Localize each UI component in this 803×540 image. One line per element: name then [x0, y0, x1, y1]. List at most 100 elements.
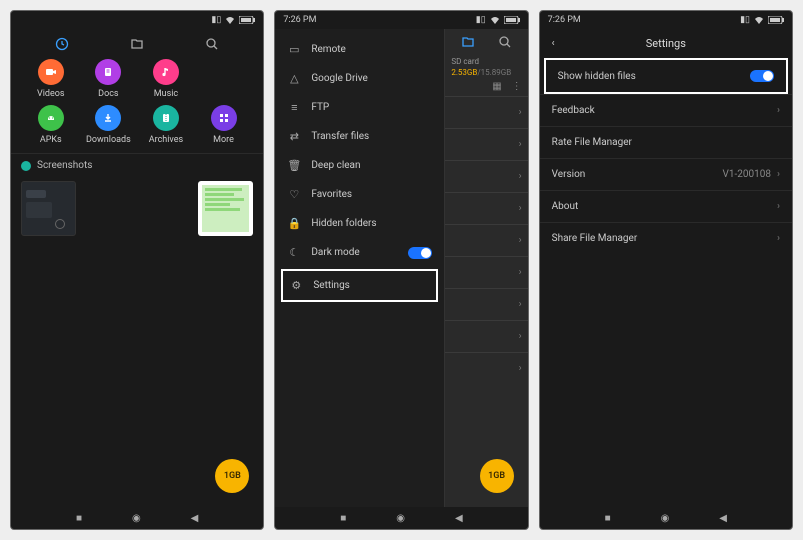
- nav-recents[interactable]: ■: [76, 513, 82, 524]
- setting-version[interactable]: Version V1-200108 ›: [540, 158, 792, 190]
- signal-icon: ▮▯: [211, 15, 221, 25]
- top-tab-bar: [445, 29, 527, 55]
- nav-recents[interactable]: ■: [605, 513, 611, 524]
- drawer-item-remote[interactable]: ▭ Remote: [275, 35, 444, 64]
- tile-apks[interactable]: APKs: [25, 105, 77, 145]
- chevron-right-icon: ›: [519, 171, 522, 182]
- menu-icon[interactable]: ⋮: [512, 81, 522, 92]
- section-label: Screenshots: [37, 160, 92, 171]
- tile-label: Music: [154, 89, 178, 99]
- fab-label: 1GB: [224, 471, 241, 481]
- tile-downloads[interactable]: Downloads: [83, 105, 135, 145]
- screen-drawer-open: 7:26 PM ▮▯ ▭ Remote △ Google Drive ≡ FTP…: [274, 10, 528, 530]
- nav-recents[interactable]: ■: [340, 513, 346, 524]
- home-content: Videos Docs Music APKs: [11, 29, 263, 507]
- folder-row[interactable]: ›: [445, 160, 527, 192]
- drawer-item-clean[interactable]: 🗑 Deep clean: [275, 151, 444, 180]
- remote-icon: ▭: [287, 43, 301, 56]
- drawer-label: Transfer files: [311, 131, 369, 142]
- tile-archives[interactable]: Archives: [140, 105, 192, 145]
- tab-storage[interactable]: [461, 35, 475, 49]
- setting-feedback[interactable]: Feedback ›: [540, 94, 792, 126]
- drawer-item-ftp[interactable]: ≡ FTP: [275, 93, 444, 122]
- thumbnail-2[interactable]: [198, 181, 253, 236]
- ftp-icon: ≡: [287, 101, 301, 114]
- tile-label: Videos: [37, 89, 65, 99]
- transfer-icon: ⇄: [287, 130, 301, 143]
- setting-about[interactable]: About ›: [540, 190, 792, 222]
- music-icon: [153, 59, 179, 85]
- back-button[interactable]: ‹: [552, 38, 566, 49]
- status-icons: ▮▯: [476, 15, 520, 25]
- drawer-item-hidden[interactable]: 🔒 Hidden folders: [275, 209, 444, 238]
- nav-back[interactable]: ◀: [719, 513, 727, 524]
- status-icons: ▮▯: [211, 15, 255, 25]
- folder-row[interactable]: ›: [445, 352, 527, 384]
- sd-card-label: SD card: [445, 55, 527, 68]
- tab-recent[interactable]: [55, 37, 69, 51]
- tile-label: APKs: [40, 135, 62, 145]
- setting-rate[interactable]: Rate File Manager: [540, 126, 792, 158]
- apk-icon: [38, 105, 64, 131]
- page-title: Settings: [566, 37, 766, 50]
- search-icon[interactable]: [205, 37, 219, 51]
- drawer-item-settings[interactable]: ⚙ Settings: [289, 277, 430, 294]
- status-bar: 7:26 PM ▮▯: [540, 11, 792, 29]
- time: 7:26 PM: [283, 15, 316, 25]
- drawer-item-darkmode[interactable]: ☾ Dark mode: [275, 238, 444, 267]
- drawer-label: Hidden folders: [311, 218, 376, 229]
- wifi-icon: [490, 16, 500, 24]
- setting-show-hidden[interactable]: Show hidden files: [546, 60, 786, 92]
- nav-bar: ■ ◉ ◀: [540, 507, 792, 529]
- heart-icon: ♡: [287, 188, 301, 201]
- tile-label: Downloads: [86, 135, 131, 145]
- nav-home[interactable]: ◉: [132, 513, 141, 524]
- setting-label: About: [552, 201, 579, 212]
- tile-docs[interactable]: Docs: [83, 59, 135, 99]
- battery-icon: [768, 16, 784, 24]
- fab-label: 1GB: [488, 471, 505, 481]
- drive-icon: △: [287, 72, 301, 85]
- cleaner-fab[interactable]: 1GB: [480, 459, 514, 493]
- tile-music[interactable]: Music: [140, 59, 192, 99]
- drawer-item-transfer[interactable]: ⇄ Transfer files: [275, 122, 444, 151]
- folder-row[interactable]: ›: [445, 192, 527, 224]
- cleaner-fab[interactable]: 1GB: [215, 459, 249, 493]
- folder-row[interactable]: ›: [445, 224, 527, 256]
- setting-share[interactable]: Share File Manager ›: [540, 222, 792, 254]
- folder-row[interactable]: ›: [445, 256, 527, 288]
- nav-back[interactable]: ◀: [455, 513, 463, 524]
- drawer-item-favorites[interactable]: ♡ Favorites: [275, 180, 444, 209]
- nav-home[interactable]: ◉: [661, 513, 670, 524]
- dark-mode-toggle[interactable]: [408, 247, 432, 259]
- drawer-content: ▭ Remote △ Google Drive ≡ FTP ⇄ Transfer…: [275, 29, 527, 507]
- tile-videos[interactable]: Videos: [25, 59, 77, 99]
- nav-back[interactable]: ◀: [191, 513, 199, 524]
- battery-icon: [239, 16, 255, 24]
- thumbnail-row: [11, 177, 263, 240]
- grid-view-icon[interactable]: ▦: [492, 81, 501, 92]
- thumbnail-1[interactable]: [21, 181, 76, 236]
- drawer-item-drive[interactable]: △ Google Drive: [275, 64, 444, 93]
- search-icon[interactable]: [498, 35, 512, 49]
- chevron-right-icon: ›: [519, 299, 522, 310]
- setting-label: Feedback: [552, 105, 595, 116]
- show-hidden-toggle[interactable]: [750, 70, 774, 82]
- tab-storage[interactable]: [130, 37, 144, 51]
- storage-total: 15.89GB: [481, 68, 512, 77]
- section-screenshots[interactable]: Screenshots: [11, 153, 263, 177]
- storage-used: 2.53GB: [451, 68, 477, 77]
- chevron-right-icon: ›: [519, 203, 522, 214]
- time: 7:26 PM: [548, 15, 581, 25]
- folder-row[interactable]: ›: [445, 320, 527, 352]
- settings-header: ‹ Settings: [540, 29, 792, 58]
- folder-row[interactable]: ›: [445, 96, 527, 128]
- folder-row[interactable]: ›: [445, 128, 527, 160]
- status-icons: ▮▯: [740, 15, 784, 25]
- highlight-settings: ⚙ Settings: [281, 269, 438, 302]
- drawer-label: Dark mode: [311, 247, 359, 258]
- nav-home[interactable]: ◉: [396, 513, 405, 524]
- folder-row[interactable]: ›: [445, 288, 527, 320]
- chevron-right-icon: ›: [519, 267, 522, 278]
- tile-more[interactable]: More: [198, 105, 250, 145]
